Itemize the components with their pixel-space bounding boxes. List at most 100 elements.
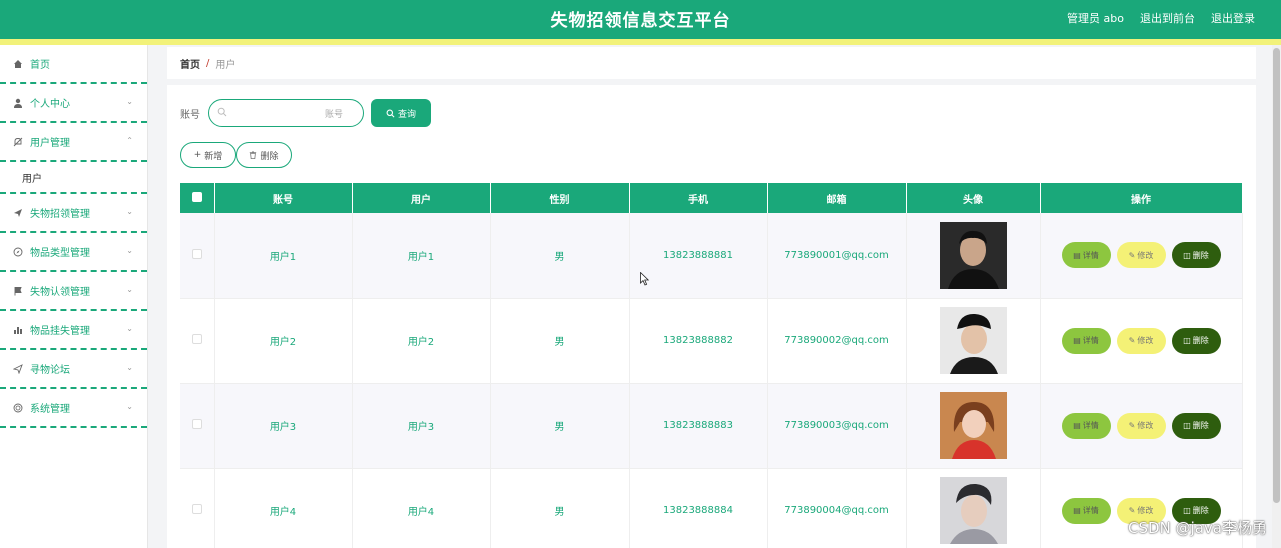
table-row: 用户4 用户4 男 13823888884 773890004@qq.com ▤… <box>180 468 1243 548</box>
trash-icon: ◫ <box>1183 336 1191 345</box>
sidebar-item-forum[interactable]: 寻物论坛 ⌄ <box>0 350 147 389</box>
query-button[interactable]: 查询 <box>371 99 431 127</box>
gender-cell: 男 <box>490 468 630 548</box>
logout-link[interactable]: 退出登录 <box>1211 10 1255 26</box>
doc-icon: ▤ <box>1073 421 1081 430</box>
detail-button[interactable]: ▤ 详情 <box>1061 327 1111 354</box>
flag-icon <box>12 286 24 296</box>
search-input[interactable]: 账号 <box>208 99 364 127</box>
breadcrumb-home[interactable]: 首页 <box>180 56 200 71</box>
row-checkbox[interactable] <box>191 334 202 344</box>
sidebar-item-label: 物品类型管理 <box>30 248 90 259</box>
row-checkbox[interactable] <box>191 248 202 259</box>
avatar <box>939 477 1007 544</box>
user-cell: 用户2 <box>352 298 491 384</box>
email-cell: 773890001@qq.com <box>767 213 907 299</box>
chevron-down-icon: ⌄ <box>126 285 133 294</box>
phone-cell: 13823888883 <box>629 383 768 469</box>
phone-cell: 13823888884 <box>629 468 768 548</box>
compass-icon <box>12 247 24 257</box>
accent-strip <box>0 39 1281 45</box>
chevron-down-icon: ⌄ <box>126 402 133 411</box>
column-header: 操作 <box>1040 183 1243 213</box>
delete-label: 删除 <box>1192 336 1209 345</box>
delete-button[interactable]: ◫ 删除 <box>1171 327 1221 354</box>
chevron-down-icon: ⌄ <box>126 97 133 106</box>
trash-icon: ◫ <box>1183 506 1191 515</box>
doc-icon: ▤ <box>1073 336 1081 345</box>
add-button-label: 新增 <box>204 151 223 162</box>
delete-button[interactable]: ◫ 删除 <box>1171 242 1221 269</box>
search-icon <box>386 109 395 118</box>
main-panel: 账号 账号 查询 + 新增 删除 账号 用户 性别 手机 邮箱 头像 操作 用户… <box>167 85 1256 548</box>
query-button-label: 查询 <box>397 109 416 120</box>
globe-icon <box>12 403 24 413</box>
avatar <box>939 221 1007 289</box>
mouse-cursor-icon <box>640 272 650 286</box>
delete-label: 删除 <box>1192 506 1209 515</box>
detail-button[interactable]: ▤ 详情 <box>1061 497 1111 524</box>
sidebar-item-label: 首页 <box>30 60 50 71</box>
chevron-down-icon: ⌄ <box>126 246 133 255</box>
trash-icon: ◫ <box>1183 421 1191 430</box>
sidebar-item-user-management[interactable]: 用户管理 ⌃ <box>0 123 147 162</box>
edit-button[interactable]: ✎ 修改 <box>1116 412 1166 439</box>
doc-icon: ▤ <box>1073 250 1081 260</box>
sidebar-item-item-types[interactable]: 物品类型管理 ⌄ <box>0 233 147 272</box>
trash-icon <box>249 151 257 159</box>
detail-label: 详情 <box>1082 506 1099 515</box>
sidebar-item-label: 系统管理 <box>30 404 70 415</box>
breadcrumb: 首页 / 用户 <box>167 47 1256 79</box>
edit-button[interactable]: ✎ 修改 <box>1116 327 1166 354</box>
avatar <box>939 392 1007 459</box>
account-cell: 用户4 <box>214 468 353 548</box>
add-button[interactable]: + 新增 <box>180 142 236 168</box>
email-cell: 773890004@qq.com <box>767 468 907 548</box>
user-cell: 用户3 <box>352 383 491 469</box>
table-row: 用户2 用户2 男 13823888882 773890002@qq.com ▤… <box>180 298 1243 384</box>
column-header: 性别 <box>490 183 630 213</box>
column-header: 手机 <box>629 183 768 213</box>
sidebar-item-claim[interactable]: 失物认领管理 ⌄ <box>0 272 147 311</box>
bell-off-icon <box>12 137 24 147</box>
sidebar-item-label: 寻物论坛 <box>30 365 70 376</box>
vertical-scrollbar[interactable] <box>1272 45 1281 548</box>
scrollbar-thumb[interactable] <box>1273 48 1280 503</box>
sidebar-item-label: 个人中心 <box>30 99 70 110</box>
sidebar-item-label: 失物认领管理 <box>30 287 90 298</box>
sidebar-item-system[interactable]: 系统管理 ⌄ <box>0 389 147 428</box>
edit-button[interactable]: ✎ 修改 <box>1116 242 1166 269</box>
sidebar-item-lost-found[interactable]: 失物招领管理 ⌄ <box>0 194 147 233</box>
admin-label: 管理员 abo <box>1067 12 1124 25</box>
user-icon <box>12 98 24 108</box>
table-row: 用户3 用户3 男 13823888883 773890003@qq.com ▤… <box>180 383 1243 469</box>
breadcrumb-current: 用户 <box>215 59 236 71</box>
search-label: 账号 <box>180 109 200 121</box>
row-checkbox[interactable] <box>191 504 202 514</box>
delete-button[interactable]: ◫ 删除 <box>1171 412 1221 439</box>
doc-icon: ▤ <box>1073 506 1081 515</box>
exit-to-front-link[interactable]: 退出到前台 <box>1140 10 1195 26</box>
sidebar-subitem-user[interactable]: 用户 <box>0 162 147 194</box>
delete-label: 删除 <box>1192 250 1209 260</box>
account-cell: 用户1 <box>214 213 353 299</box>
sidebar-item-home[interactable]: 首页 <box>0 45 147 84</box>
row-checkbox[interactable] <box>191 419 202 429</box>
detail-button[interactable]: ▤ 详情 <box>1061 412 1111 439</box>
detail-button[interactable]: ▤ 详情 <box>1061 242 1111 269</box>
pencil-icon: ✎ <box>1128 506 1136 515</box>
edit-label: 修改 <box>1137 336 1154 345</box>
sidebar-item-label: 物品挂失管理 <box>30 326 90 337</box>
user-cell: 用户1 <box>352 213 491 299</box>
sidebar-item-label: 失物招领管理 <box>30 209 90 220</box>
watermark: CSDN @java李杨勇 <box>1128 519 1267 537</box>
select-all-checkbox[interactable] <box>191 191 202 202</box>
column-header: 邮箱 <box>767 183 907 213</box>
batch-delete-button[interactable]: 删除 <box>236 142 292 168</box>
delete-label: 删除 <box>1192 421 1209 430</box>
trash-icon: ◫ <box>1183 250 1191 260</box>
sidebar-item-profile[interactable]: 个人中心 ⌄ <box>0 84 147 123</box>
chevron-down-icon: ⌄ <box>126 363 133 372</box>
select-all-cell[interactable] <box>180 183 215 213</box>
sidebar-item-loss-report[interactable]: 物品挂失管理 ⌄ <box>0 311 147 350</box>
